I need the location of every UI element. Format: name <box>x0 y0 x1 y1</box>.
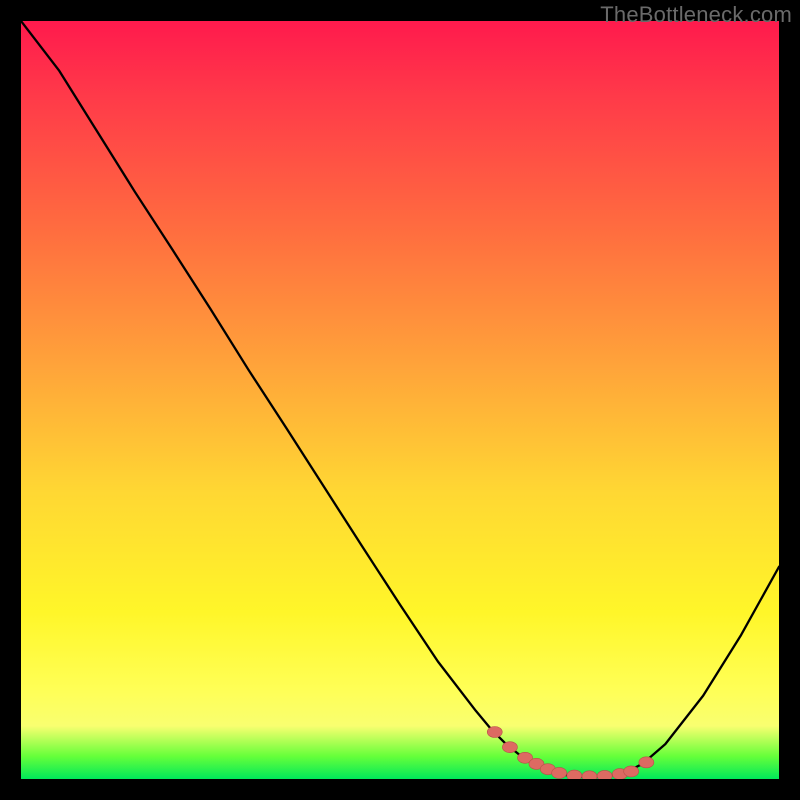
marker-dot <box>624 766 639 777</box>
marker-dot <box>567 770 582 779</box>
bottleneck-curve-line <box>21 21 779 777</box>
marker-dot <box>502 742 517 753</box>
flat-region-markers <box>487 727 654 780</box>
marker-dot <box>639 757 654 768</box>
marker-dot <box>552 767 567 778</box>
marker-dot <box>487 727 502 738</box>
bottleneck-chart <box>21 21 779 779</box>
marker-dot <box>582 771 597 779</box>
marker-dot <box>597 770 612 779</box>
